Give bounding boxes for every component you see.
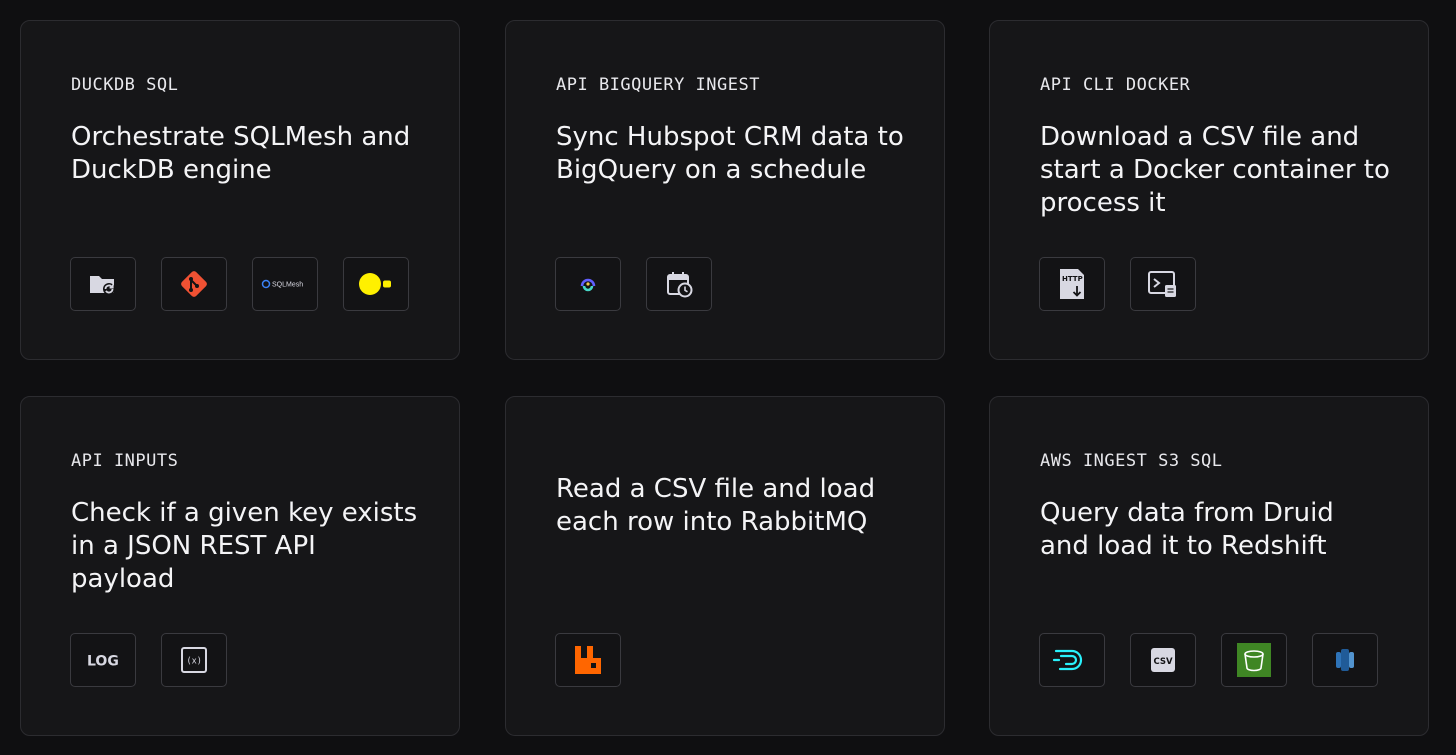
blueprint-card-druid-redshift[interactable]: AWS INGEST S3 SQL Query data from Druid … — [989, 396, 1429, 736]
airbyte-logo-icon — [555, 257, 621, 311]
card-tags: AWS INGEST S3 SQL — [1040, 451, 1223, 471]
http-download-icon: HTTP — [1039, 257, 1105, 311]
csv-icon: CSV — [1130, 633, 1196, 687]
log-label: LOG — [87, 654, 119, 670]
csv-label: CSV — [1154, 657, 1174, 667]
card-icons — [555, 633, 621, 687]
card-title: Check if a given key exists in a JSON RE… — [71, 498, 418, 594]
card-tags: API BIGQUERY INGEST — [556, 75, 760, 95]
card-title: Query data from Druid and load it to Red… — [1040, 498, 1334, 561]
s3-bucket-icon — [1221, 633, 1287, 687]
duckdb-logo-icon — [343, 257, 409, 311]
git-icon — [161, 257, 227, 311]
card-icons: CSV — [1039, 633, 1378, 687]
terminal-script-icon — [1130, 257, 1196, 311]
blueprint-card-csv-rabbitmq[interactable]: Read a CSV file and load each row into R… — [505, 396, 945, 736]
folder-sync-icon — [70, 257, 136, 311]
variable-label: (x) — [187, 657, 202, 667]
card-title: Orchestrate SQLMesh and DuckDB engine — [71, 122, 411, 185]
card-title: Download a CSV file and start a Docker c… — [1040, 122, 1390, 218]
card-title: Sync Hubspot CRM data to BigQuery on a s… — [556, 122, 904, 185]
sqlmesh-label: SQLMesh — [272, 282, 303, 289]
card-tags: API CLI DOCKER — [1040, 75, 1191, 95]
card-title: Read a CSV file and load each row into R… — [556, 474, 876, 537]
druid-logo-icon — [1039, 633, 1105, 687]
card-icons — [555, 257, 712, 311]
blueprint-card-csv-docker[interactable]: API CLI DOCKER Download a CSV file and s… — [989, 20, 1429, 360]
redshift-logo-icon — [1312, 633, 1378, 687]
card-icons: HTTP — [1039, 257, 1196, 311]
blueprint-card-json-key-check[interactable]: API INPUTS Check if a given key exists i… — [20, 396, 460, 736]
rabbitmq-logo-icon — [555, 633, 621, 687]
calendar-clock-icon — [646, 257, 712, 311]
sqlmesh-logo-icon: SQLMesh — [252, 257, 318, 311]
variable-icon: (x) — [161, 633, 227, 687]
card-icons: LOG (x) — [70, 633, 227, 687]
card-tags: API INPUTS — [71, 451, 179, 471]
http-label: HTTP — [1062, 275, 1083, 283]
blueprint-card-sqlmesh-duckdb[interactable]: DUCKDB SQL Orchestrate SQLMesh and DuckD… — [20, 20, 460, 360]
log-icon: LOG — [70, 633, 136, 687]
card-tags: DUCKDB SQL — [71, 75, 179, 95]
blueprint-card-hubspot-bigquery[interactable]: API BIGQUERY INGEST Sync Hubspot CRM dat… — [505, 20, 945, 360]
card-icons: SQLMesh — [70, 257, 409, 311]
